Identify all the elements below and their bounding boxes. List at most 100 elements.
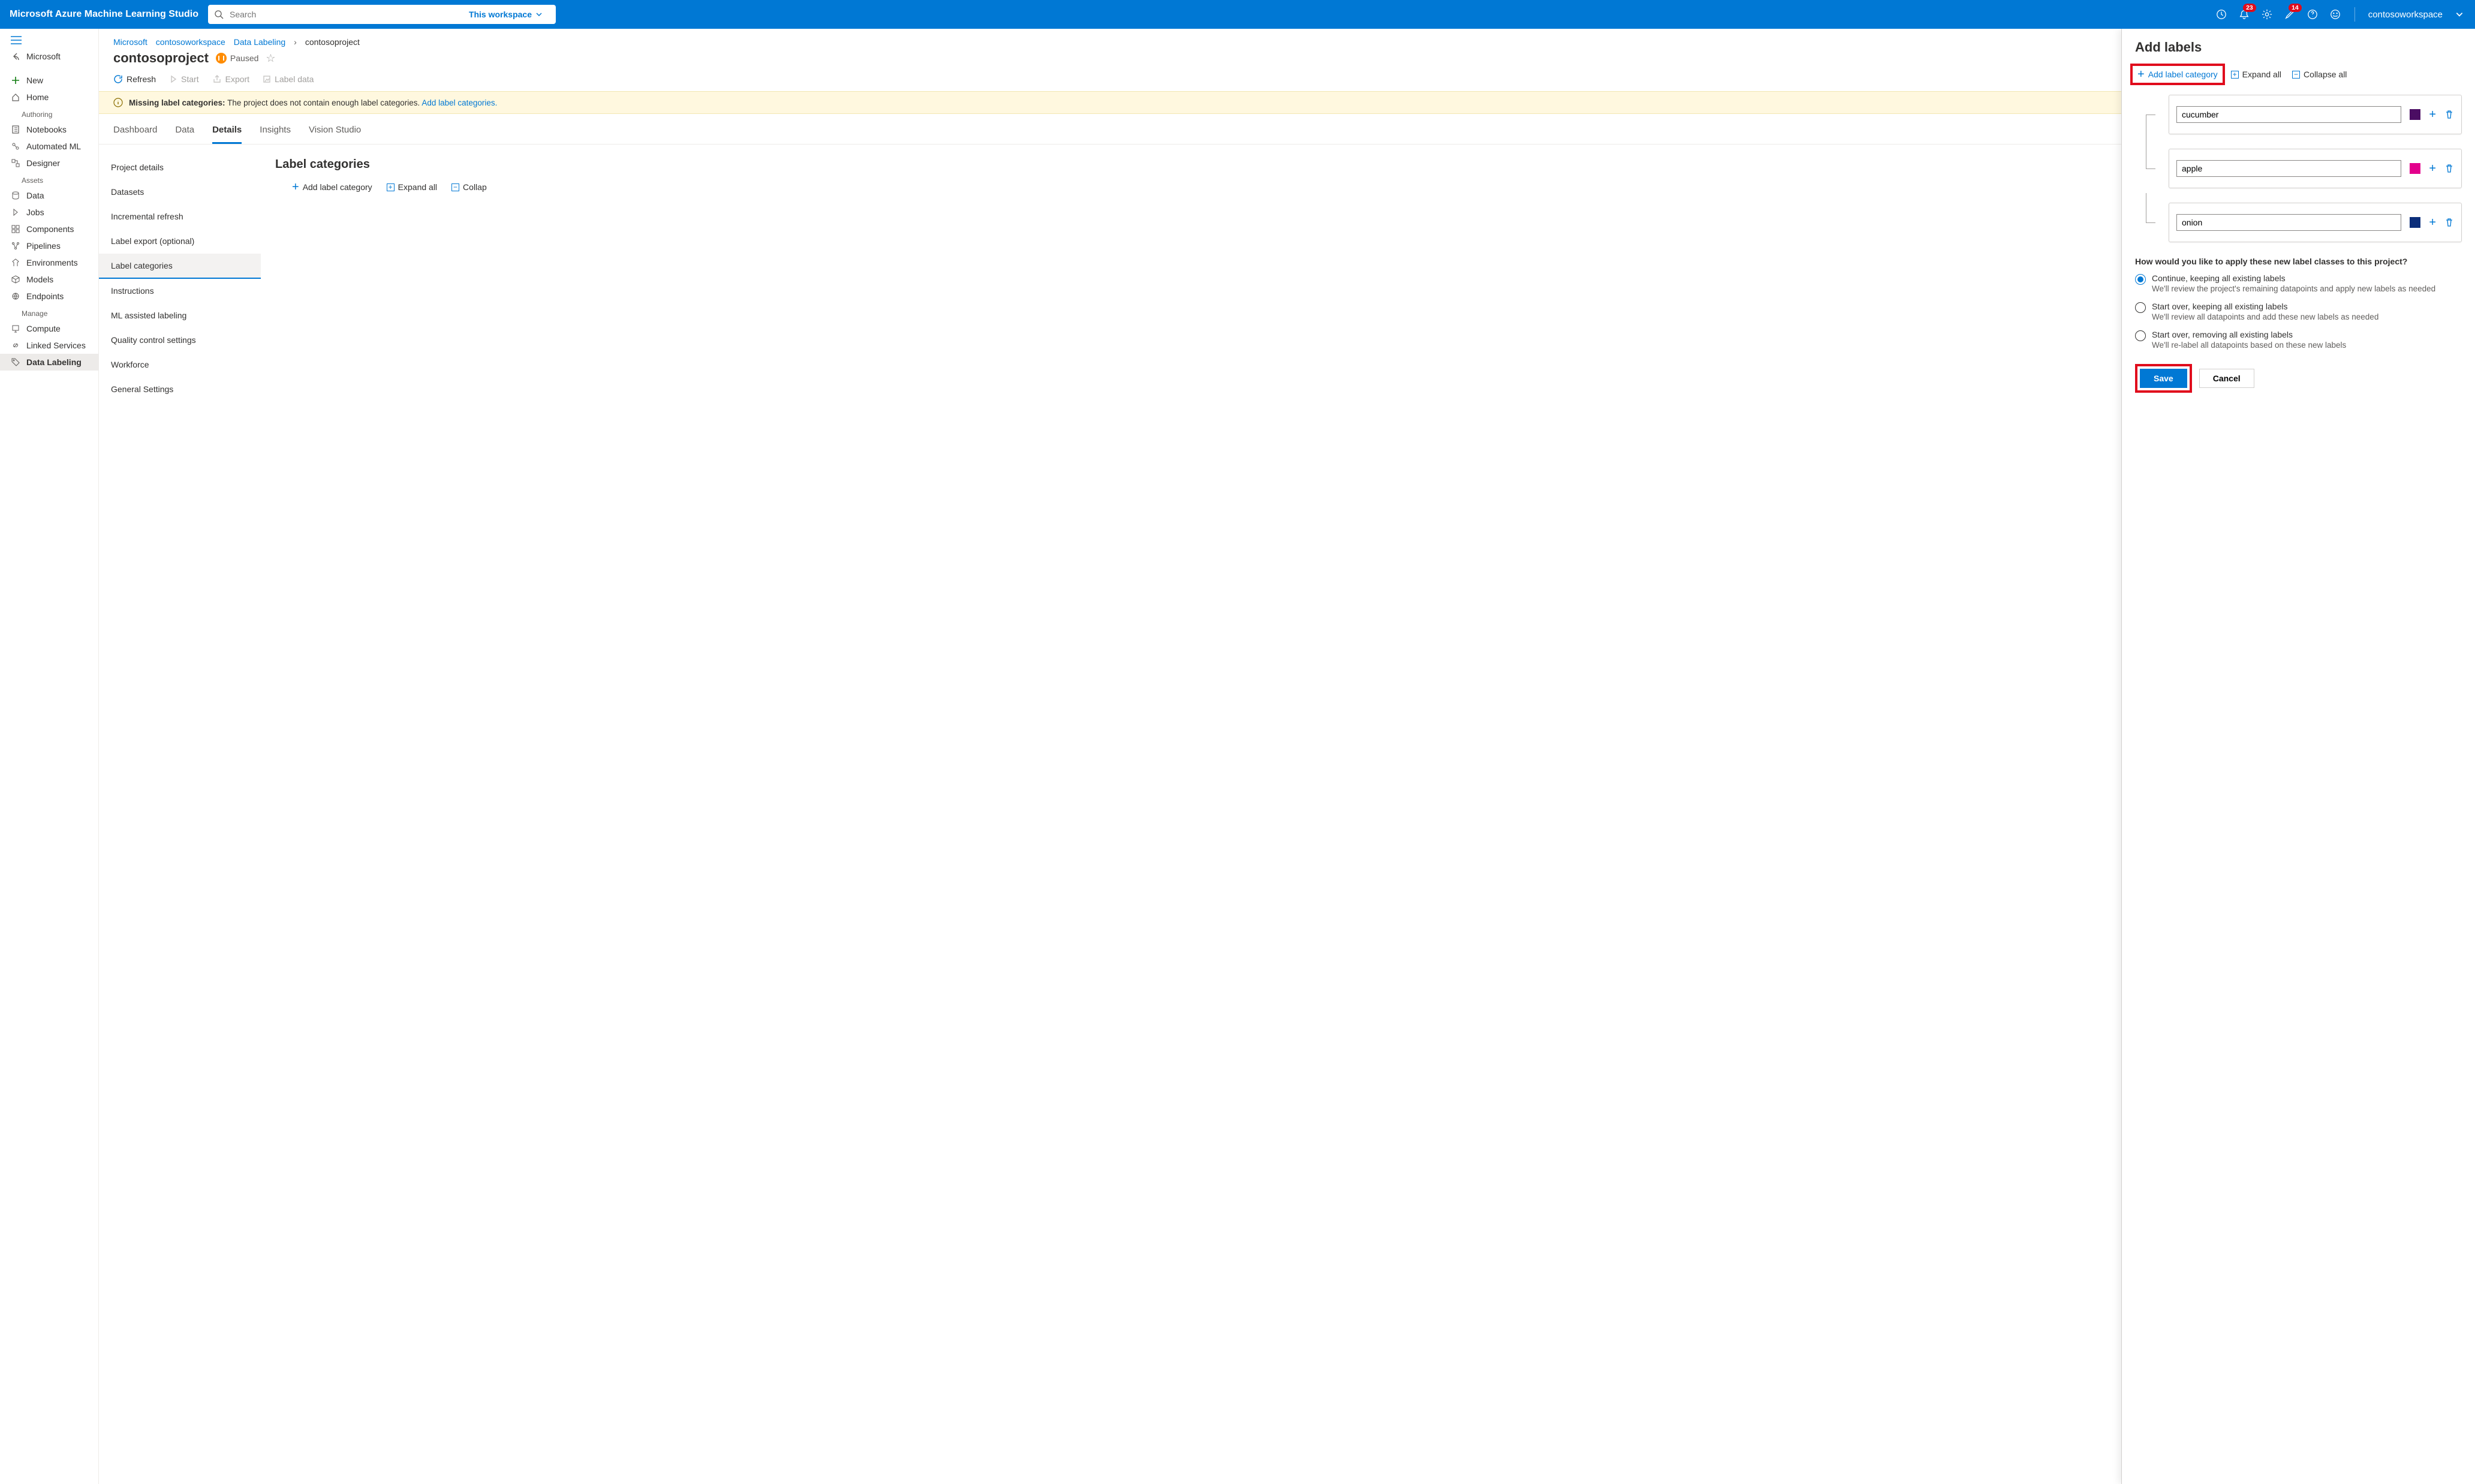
radio-button[interactable] [2135, 274, 2146, 285]
tab-data[interactable]: Data [175, 119, 194, 144]
p-action-label: Collapse all [2304, 70, 2347, 79]
delete-icon[interactable] [2444, 110, 2454, 119]
label-name-input[interactable] [2176, 214, 2401, 231]
sidebar-item-components[interactable]: Components [0, 221, 98, 237]
add-label-category[interactable]: + Add label category [292, 181, 372, 193]
tab-details[interactable]: Details [212, 119, 242, 144]
sidebar-item-pipelines[interactable]: Pipelines [0, 237, 98, 254]
cmd-refresh[interactable]: Refresh [113, 74, 156, 84]
workspace-switcher[interactable]: contosoworkspace [2368, 10, 2443, 20]
tab-dashboard[interactable]: Dashboard [113, 119, 157, 144]
radio-option[interactable]: Start over, keeping all existing labelsW… [2135, 302, 2462, 321]
cmd-label: Label data [275, 74, 314, 84]
sidebar-item-compute[interactable]: Compute [0, 320, 98, 337]
side-tab-datasets[interactable]: Datasets [99, 180, 261, 204]
sidebar-back[interactable]: Microsoft [0, 48, 98, 65]
chevron-down-icon[interactable] [2453, 8, 2465, 20]
label-name-input[interactable] [2176, 106, 2401, 123]
add-child-icon[interactable]: + [2429, 216, 2436, 230]
banner-body: The project does not contain enough labe… [227, 98, 420, 107]
add-child-icon[interactable]: + [2429, 108, 2436, 122]
radio-desc: We'll review the project's remaining dat… [2152, 284, 2435, 293]
breadcrumb-item[interactable]: Microsoft [113, 37, 147, 47]
breadcrumb-item[interactable]: Data Labeling [234, 37, 285, 47]
clock-icon[interactable] [2215, 8, 2227, 20]
cmd-start[interactable]: Start [169, 74, 199, 84]
bell-icon[interactable]: 23 [2238, 8, 2250, 20]
save-button[interactable]: Save [2140, 369, 2187, 388]
sidebar-item-environments[interactable]: Environments [0, 254, 98, 271]
components-icon [11, 224, 20, 234]
sidebar-item-notebooks[interactable]: Notebooks [0, 121, 98, 138]
nav-label: Components [26, 224, 74, 234]
search-wrap: This workspace [208, 5, 2206, 24]
label-row: + [2143, 203, 2462, 242]
sidebar-item-jobs[interactable]: Jobs [0, 204, 98, 221]
sidebar-new[interactable]: New [0, 72, 98, 89]
tab-insights[interactable]: Insights [260, 119, 291, 144]
sidebar-home[interactable]: Home [0, 89, 98, 106]
panel-expand-all[interactable]: + Expand all [2231, 70, 2281, 79]
radio-option[interactable]: Start over, removing all existing labels… [2135, 330, 2462, 350]
panel-add-label-category[interactable]: + Add label category [2137, 68, 2218, 80]
search-scope[interactable]: This workspace [462, 5, 550, 24]
cmd-label-data[interactable]: Label data [263, 74, 314, 84]
label-card: + [2169, 95, 2462, 134]
side-tab-incremental[interactable]: Incremental refresh [99, 204, 261, 229]
expand-all[interactable]: + Expand all [387, 182, 437, 192]
feedback-icon[interactable]: 14 [2284, 8, 2296, 20]
side-tab-instructions[interactable]: Instructions [99, 279, 261, 303]
side-tab-workforce[interactable]: Workforce [99, 353, 261, 377]
radio-button[interactable] [2135, 330, 2146, 341]
collapse-icon: − [2292, 71, 2300, 79]
search-box[interactable]: This workspace [208, 5, 556, 24]
sidebar-item-endpoints[interactable]: Endpoints [0, 288, 98, 305]
radio-button[interactable] [2135, 302, 2146, 313]
topbar-divider [2354, 7, 2355, 22]
automl-icon [11, 142, 20, 151]
apply-question: How would you like to apply these new la… [2135, 257, 2462, 266]
sidebar-item-designer[interactable]: Designer [0, 155, 98, 171]
tab-vision[interactable]: Vision Studio [309, 119, 361, 144]
gear-icon[interactable] [2261, 8, 2273, 20]
side-tab-quality[interactable]: Quality control settings [99, 328, 261, 353]
side-tab-project-details[interactable]: Project details [99, 155, 261, 180]
sidebar-home-label: Home [26, 92, 49, 102]
sidebar-item-data[interactable]: Data [0, 187, 98, 204]
breadcrumb-item[interactable]: contosoworkspace [156, 37, 225, 47]
panel-collapse-all[interactable]: − Collapse all [2292, 70, 2347, 79]
sidebar-item-models[interactable]: Models [0, 271, 98, 288]
side-tab-ml-assist[interactable]: ML assisted labeling [99, 303, 261, 328]
plus-icon: + [292, 181, 299, 193]
collapse-all[interactable]: − Collap [451, 182, 487, 192]
color-swatch[interactable] [2410, 217, 2420, 228]
nav-label: Notebooks [26, 125, 67, 134]
radio-option[interactable]: Continue, keeping all existing labelsWe'… [2135, 273, 2462, 293]
hamburger-icon[interactable] [0, 32, 98, 48]
panel-title: Add labels [2135, 40, 2462, 55]
label-card: + [2169, 149, 2462, 188]
banner-text: Missing label categories: The project do… [129, 98, 497, 107]
side-tab-export[interactable]: Label export (optional) [99, 229, 261, 254]
sidebar-item-labeling[interactable]: Data Labeling [0, 354, 98, 371]
banner-link[interactable]: Add label categories. [421, 98, 497, 107]
info-icon [113, 98, 123, 107]
delete-icon[interactable] [2444, 164, 2454, 173]
delete-icon[interactable] [2444, 218, 2454, 227]
cancel-button[interactable]: Cancel [2199, 369, 2254, 388]
smiley-icon[interactable] [2329, 8, 2341, 20]
color-swatch[interactable] [2410, 163, 2420, 174]
label-name-input[interactable] [2176, 160, 2401, 177]
sidebar-item-automl[interactable]: Automated ML [0, 138, 98, 155]
side-tab-categories[interactable]: Label categories [99, 254, 261, 279]
app-body: Microsoft New Home Authoring Notebooks A… [0, 29, 2475, 1484]
help-icon[interactable] [2307, 8, 2319, 20]
favorite-star-icon[interactable]: ☆ [266, 52, 275, 65]
radio-desc: We'll review all datapoints and add thes… [2152, 312, 2378, 321]
color-swatch[interactable] [2410, 109, 2420, 120]
side-tab-general[interactable]: General Settings [99, 377, 261, 402]
cmd-export[interactable]: Export [212, 74, 249, 84]
add-child-icon[interactable]: + [2429, 162, 2436, 176]
sidebar-item-linked[interactable]: Linked Services [0, 337, 98, 354]
search-input[interactable] [228, 9, 459, 20]
